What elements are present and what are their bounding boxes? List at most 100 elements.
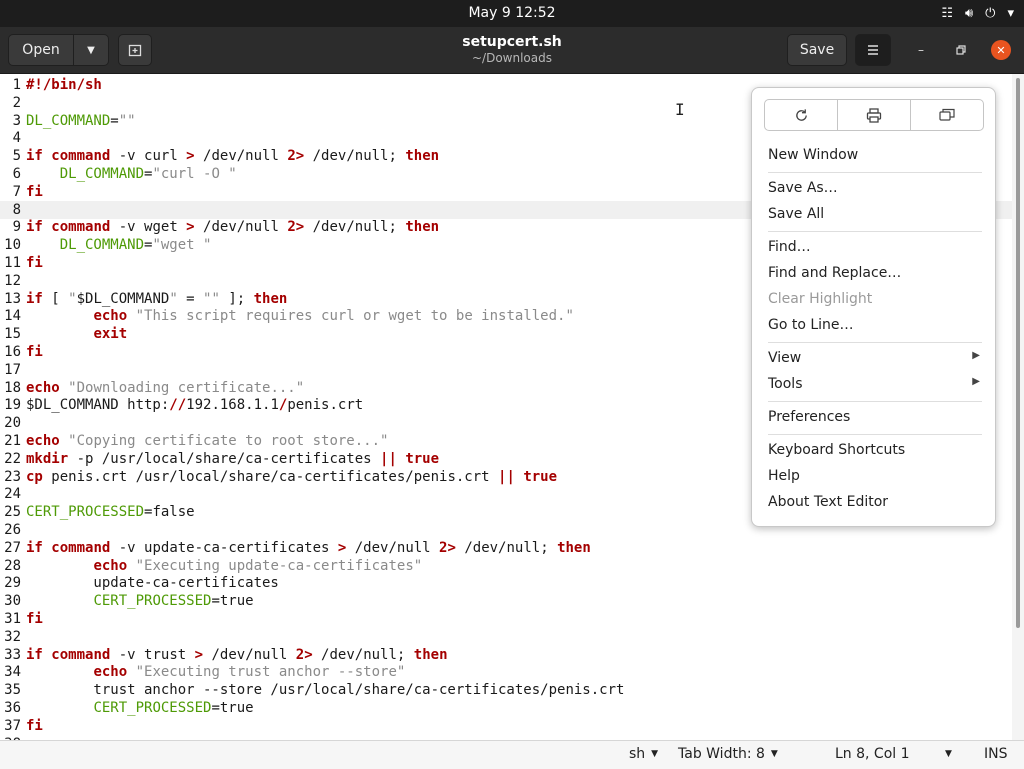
code-line[interactable]: 34 echo "Executing trust anchor --store"	[0, 663, 1012, 681]
line-code: exit	[26, 325, 127, 343]
network-icon[interactable]: ☷	[941, 6, 953, 21]
menu-item-save-as[interactable]: Save As…	[768, 180, 838, 196]
code-token: cp	[26, 468, 43, 485]
save-button[interactable]: Save	[787, 34, 847, 66]
code-token: echo	[93, 664, 128, 681]
code-token: /dev/null;	[304, 148, 406, 165]
menu-item-save-all[interactable]: Save All	[768, 206, 824, 222]
insert-mode-indicator[interactable]: INS	[984, 746, 1008, 762]
volume-icon[interactable]: 🔊︎	[965, 6, 973, 21]
line-number: 23	[4, 468, 21, 485]
menu-item-keyboard-shortcuts[interactable]: Keyboard Shortcuts	[768, 442, 905, 458]
clock[interactable]: May 9 12:52	[0, 5, 1024, 21]
language-label: sh	[629, 746, 646, 762]
code-line[interactable]: 36 CERT_PROCESSED=true	[0, 699, 1012, 717]
menu-item-go-to-line[interactable]: Go to Line…	[768, 317, 854, 333]
code-token: /dev/null;	[304, 219, 406, 236]
code-token: #!/bin/sh	[26, 77, 102, 93]
print-button[interactable]	[838, 100, 911, 130]
line-code: CERT_PROCESSED=true	[26, 592, 254, 610]
close-button[interactable]: ✕	[991, 40, 1011, 60]
line-code: cp penis.crt /usr/local/share/ca-certifi…	[26, 468, 557, 486]
code-token: if	[26, 290, 43, 307]
code-token: /dev/null	[203, 646, 296, 663]
code-token: =false	[144, 504, 195, 521]
chevron-down-icon[interactable]: ▼	[945, 749, 952, 759]
line-code: fi	[26, 343, 43, 361]
menu-item-help[interactable]: Help	[768, 468, 800, 484]
code-line[interactable]: 32	[0, 628, 1012, 646]
menu-item-tools[interactable]: Tools ▶	[768, 376, 980, 392]
code-token: /dev/null	[194, 148, 288, 165]
line-code: update-ca-certificates	[26, 574, 279, 592]
code-token: DL_COMMAND	[59, 166, 145, 182]
code-token: =true	[211, 700, 254, 716]
open-button[interactable]: Open	[8, 34, 74, 66]
code-token: DL_COMMAND	[59, 237, 145, 254]
menu-item-find-and-replace[interactable]: Find and Replace…	[768, 265, 901, 281]
code-token: echo	[93, 308, 128, 325]
code-line[interactable]: 37 fi	[0, 717, 1012, 735]
code-token: exit	[93, 326, 128, 343]
menu-item-view[interactable]: View ▶	[768, 350, 980, 366]
system-tray[interactable]: ☷ 🔊︎ ⏻ ▾	[941, 3, 1014, 23]
code-token: "Executing update-ca-certificates"	[135, 557, 423, 574]
new-tab-button[interactable]	[118, 34, 152, 66]
code-token: $DL_COMMAND	[76, 290, 170, 307]
code-token: true	[405, 450, 440, 467]
minimize-icon: –	[918, 43, 924, 57]
code-token: =true	[211, 593, 254, 610]
code-token: if	[26, 539, 43, 556]
code-token: update-ca-certificates	[26, 575, 279, 592]
menu-separator	[768, 434, 982, 435]
code-token: command	[51, 646, 111, 663]
code-token: 2>	[295, 646, 313, 663]
scrollbar-thumb[interactable]	[1016, 78, 1020, 628]
code-token: -p /usr/local/share/ca-certificates	[68, 450, 381, 467]
code-token: echo	[26, 379, 60, 396]
menu-separator	[768, 231, 982, 232]
cursor-position[interactable]: Ln 8, Col 1	[835, 746, 910, 762]
code-line[interactable]: 30 CERT_PROCESSED=true	[0, 592, 1012, 610]
code-token: ];	[219, 290, 254, 307]
code-line[interactable]: 29 update-ca-certificates	[0, 574, 1012, 592]
line-code: CERT_PROCESSED=false	[26, 503, 195, 521]
tab-width-selector[interactable]: Tab Width: 8 ▼	[678, 746, 778, 762]
code-line[interactable]: 35 trust anchor --store /usr/local/share…	[0, 681, 1012, 699]
reload-button[interactable]	[765, 100, 838, 130]
menu-item-find[interactable]: Find…	[768, 239, 811, 255]
code-line[interactable]: 27 if command -v update-ca-certificates >…	[0, 539, 1012, 557]
language-selector[interactable]: sh ▼	[629, 746, 658, 762]
code-line[interactable]: 33 if command -v trust > /dev/null 2> /de…	[0, 646, 1012, 664]
line-code: if command -v curl > /dev/null 2> /dev/n…	[26, 147, 439, 165]
line-number: 25	[4, 504, 21, 521]
minimize-button[interactable]: –	[911, 40, 931, 60]
code-token: echo	[26, 433, 60, 449]
line-number: 29	[4, 575, 21, 592]
line-number: 13	[4, 290, 21, 307]
line-code: echo "Executing trust anchor --store"	[26, 663, 405, 681]
menu-item-new-window[interactable]: New Window	[768, 147, 858, 163]
open-recent-dropdown-button[interactable]: ▼	[73, 34, 109, 66]
line-number: 4	[12, 130, 21, 147]
power-icon[interactable]: ⏻	[985, 6, 995, 21]
code-line[interactable]: 31 fi	[0, 610, 1012, 628]
chevron-down-icon[interactable]: ▾	[1007, 6, 1014, 21]
code-token: CERT_PROCESSED	[26, 504, 145, 521]
fullscreen-button[interactable]	[911, 100, 983, 130]
code-line[interactable]: 28 echo "Executing update-ca-certificate…	[0, 557, 1012, 575]
vertical-scrollbar[interactable]	[1012, 74, 1024, 740]
maximize-button[interactable]	[951, 40, 971, 60]
code-token: [	[42, 290, 69, 307]
header-bar: setupcert.sh ~/Downloads Open ▼ Save – ✕	[0, 27, 1024, 74]
menu-item-about[interactable]: About Text Editor	[768, 494, 888, 510]
line-code: DL_COMMAND="wget "	[26, 236, 212, 254]
tab-width-label: Tab Width: 8	[678, 746, 765, 762]
line-code: if command -v update-ca-certificates > /…	[26, 539, 591, 557]
code-token: -v curl	[110, 148, 187, 165]
menu-item-preferences[interactable]: Preferences	[768, 409, 850, 425]
main-menu-button[interactable]	[855, 34, 891, 66]
status-bar: sh ▼ Tab Width: 8 ▼ Ln 8, Col 1 ▼ INS	[0, 740, 1024, 769]
